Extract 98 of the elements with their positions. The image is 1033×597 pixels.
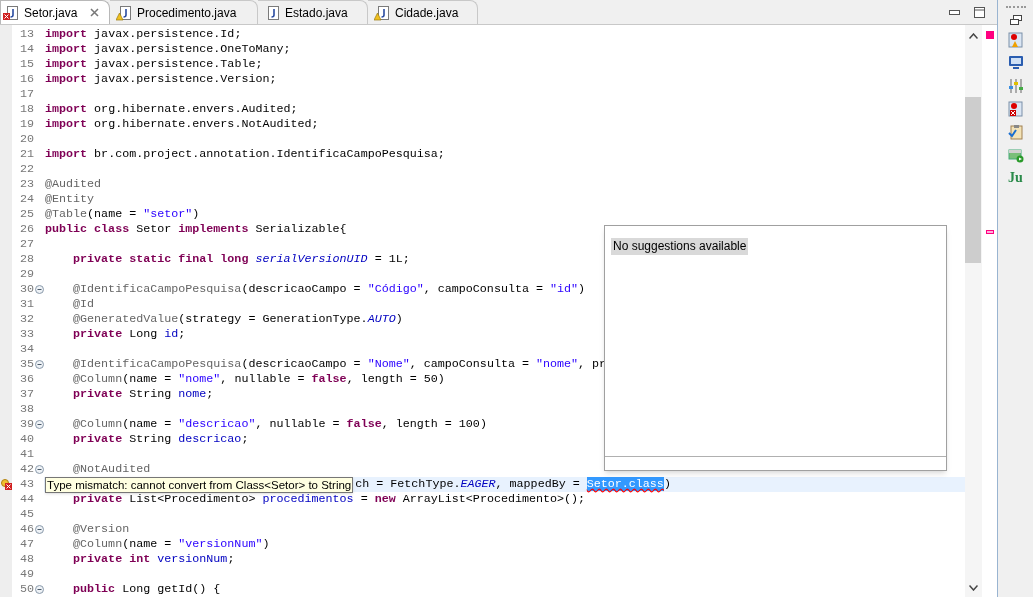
sliders-icon[interactable] (1007, 78, 1024, 94)
line-number: 18 (18, 102, 34, 117)
suggestion-message: No suggestions available (611, 238, 749, 255)
code-line: @Id (72, 297, 95, 312)
line-number: 48 (18, 552, 34, 567)
code-line: public Long getId() { (72, 582, 221, 597)
code-line: import br.com.project.annotation.IdentificaCampoPesquisa; (45, 147, 445, 162)
editor-tab[interactable]: Setor.java (0, 0, 110, 24)
line-number: 37 (18, 387, 34, 402)
code-line: private String descricao; (72, 432, 249, 447)
fold-icon[interactable] (35, 465, 44, 474)
line-number: 16 (18, 72, 34, 87)
line-number: 42 (18, 462, 34, 477)
line-number: 27 (18, 237, 34, 252)
line-number: 33 (18, 327, 34, 342)
line-number: 47 (18, 537, 34, 552)
line-number: 39 (18, 417, 34, 432)
code-line: @IdentificaCampoPesquisa(descricaoCampo = "Nome", campoConsulta = "nome", pr (72, 357, 607, 372)
code-line: import org.hibernate.envers.Audited; (45, 102, 298, 117)
error-warning-icon[interactable] (1, 479, 12, 490)
code-line: import javax.persistence.Version; (45, 72, 277, 87)
line-number: 13 (18, 27, 34, 42)
code-line: @IdentificaCampoPesquisa(descricaoCampo = "Código", campoConsulta = "id") (72, 282, 586, 297)
line-number: 45 (18, 507, 34, 522)
line-number: 31 (18, 297, 34, 312)
code-line: ch = FetchType.EAGER, mappedBy = Setor.class) (355, 477, 671, 492)
code-line: private Long id; (72, 327, 186, 342)
line-number: 23 (18, 177, 34, 192)
line-number: 35 (18, 357, 34, 372)
restore-icon[interactable] (1009, 15, 1022, 25)
line-number: 30 (18, 282, 34, 297)
editor-tab[interactable]: Estado.java (258, 0, 368, 24)
code-line: @Entity (45, 192, 95, 207)
line-number: 46 (18, 522, 34, 537)
code-line: private List<Procedimento> procedimentos = new ArrayList<Procedimento>(); (72, 492, 586, 507)
code-line: public class Setor implements Serializable{ (45, 222, 347, 237)
monitor-icon[interactable] (1007, 55, 1024, 71)
line-number: 26 (18, 222, 34, 237)
line-number: 32 (18, 312, 34, 327)
fold-icon[interactable] (35, 360, 44, 369)
code-line: import javax.persistence.OneToMany; (45, 42, 291, 57)
line-number: 29 (18, 267, 34, 282)
person-error-icon[interactable] (1007, 101, 1024, 117)
line-number: 28 (18, 252, 34, 267)
code-line: import javax.persistence.Id; (45, 27, 242, 42)
line-number: 17 (18, 87, 34, 102)
error-marker[interactable] (986, 230, 994, 234)
line-number: 34 (18, 342, 34, 357)
person-warning-icon[interactable] (1007, 32, 1024, 48)
code-line: @Table(name = "setor") (45, 207, 200, 222)
scroll-down-icon[interactable] (969, 585, 978, 591)
run-window-icon[interactable] (1007, 147, 1024, 163)
line-number: 49 (18, 567, 34, 582)
scrollbar[interactable] (965, 25, 982, 597)
scroll-up-icon[interactable] (969, 33, 978, 39)
line-number: 25 (18, 207, 34, 222)
line-number: 14 (18, 42, 34, 57)
line-number: 24 (18, 192, 34, 207)
line-number: 40 (18, 432, 34, 447)
maximize-icon[interactable] (974, 6, 985, 18)
code-line: private String nome; (72, 387, 214, 402)
line-number: 50 (18, 582, 34, 597)
fold-icon[interactable] (35, 525, 44, 534)
junit-icon[interactable]: Ju (1008, 170, 1023, 186)
code-line: @Version (72, 522, 130, 537)
fold-icon[interactable] (35, 420, 44, 429)
line-number: 41 (18, 447, 34, 462)
code-line: @Audited (45, 177, 102, 192)
code-line: @Column(name = "descricao", nullable = false, length = 100) (72, 417, 487, 432)
line-number: 15 (18, 57, 34, 72)
minimize-icon[interactable] (949, 9, 960, 15)
code-line: @GeneratedValue(strategy = GenerationType.AUTO) (72, 312, 403, 327)
close-icon[interactable] (90, 8, 99, 17)
code-line: @NotAudited (72, 462, 151, 477)
fold-icon[interactable] (35, 285, 44, 294)
line-number: 44 (18, 492, 34, 507)
clipboard-check-icon[interactable] (1007, 124, 1024, 140)
editor-tab[interactable]: Procedimento.java (110, 0, 258, 24)
code-line: @Column(name = "nome", nullable = false, length = 50) (72, 372, 445, 387)
line-number: 43 (18, 477, 34, 492)
java-file-error-icon (3, 4, 19, 21)
java-file-warning-icon (116, 4, 132, 21)
line-number: 19 (18, 117, 34, 132)
error-tooltip: Type mismatch: cannot convert from Class<Setor> to String (45, 476, 354, 493)
line-number: 36 (18, 372, 34, 387)
line-number: 20 (18, 132, 34, 147)
java-file-warning-icon (374, 4, 390, 21)
editor-tab[interactable]: Cidade.java (368, 0, 478, 24)
scroll-thumb[interactable] (965, 97, 981, 263)
line-number: 22 (18, 162, 34, 177)
line-number: 38 (18, 402, 34, 417)
line-number: 21 (18, 147, 34, 162)
code-line: private static final long serialVersionUID = 1L; (72, 252, 410, 267)
code-line: import org.hibernate.envers.NotAudited; (45, 117, 319, 132)
code-line: @Column(name = "versionNum") (72, 537, 270, 552)
fold-icon[interactable] (35, 585, 44, 594)
code-line: private int versionNum; (72, 552, 235, 567)
code-line: import javax.persistence.Table; (45, 57, 263, 72)
